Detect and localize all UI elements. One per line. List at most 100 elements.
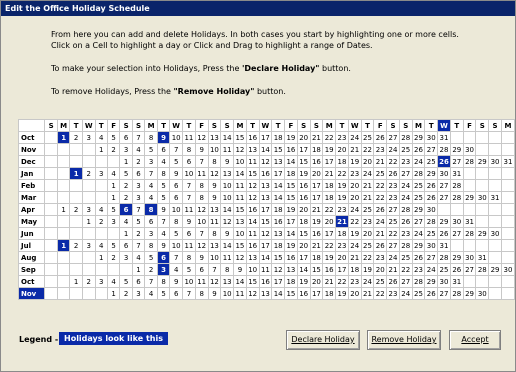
day-cell[interactable]: 11 xyxy=(233,191,247,204)
day-cell[interactable]: 31 xyxy=(500,155,516,168)
day-cell[interactable]: 25 xyxy=(411,287,426,300)
day-cell[interactable]: 27 xyxy=(424,143,439,156)
day-cell[interactable]: 3 xyxy=(81,203,96,216)
day-cell[interactable]: 11 xyxy=(220,143,235,156)
day-cell[interactable]: 3 xyxy=(144,155,158,168)
day-cell[interactable]: 30 xyxy=(488,227,502,240)
day-cell[interactable]: 29 xyxy=(462,191,477,204)
day-cell[interactable]: 26 xyxy=(386,167,400,180)
empty-cell[interactable] xyxy=(81,251,96,264)
day-cell[interactable]: 28 xyxy=(398,203,413,216)
day-cell[interactable]: 16 xyxy=(245,131,260,144)
empty-cell[interactable] xyxy=(462,239,477,252)
day-cell[interactable]: 7 xyxy=(169,251,184,264)
day-cell[interactable]: 21 xyxy=(309,239,324,252)
day-cell[interactable]: 29 xyxy=(462,287,477,300)
day-cell[interactable]: 29 xyxy=(449,143,464,156)
day-cell[interactable]: 29 xyxy=(411,239,426,252)
day-cell[interactable]: 14 xyxy=(271,191,286,204)
day-cell[interactable]: 13 xyxy=(284,263,298,276)
day-cell[interactable]: 26 xyxy=(449,263,464,276)
day-cell[interactable]: 4 xyxy=(106,167,121,180)
day-cell[interactable]: 9 xyxy=(182,215,196,228)
day-cell[interactable]: 1 xyxy=(131,263,146,276)
day-cell[interactable]: 15 xyxy=(296,227,311,240)
day-cell[interactable]: 4 xyxy=(156,155,171,168)
day-cell[interactable]: 4 xyxy=(169,263,184,276)
day-cell[interactable]: 20 xyxy=(360,227,375,240)
day-cell[interactable]: 28 xyxy=(398,131,413,144)
day-cell[interactable]: 16 xyxy=(309,155,324,168)
day-cell[interactable]: 24 xyxy=(347,203,362,216)
day-cell[interactable]: 17 xyxy=(271,275,286,288)
empty-cell[interactable] xyxy=(488,287,502,300)
day-cell[interactable]: 19 xyxy=(360,263,375,276)
empty-cell[interactable] xyxy=(462,203,477,216)
day-cell[interactable]: 19 xyxy=(296,275,311,288)
day-cell[interactable]: 23 xyxy=(386,191,400,204)
day-cell[interactable]: 12 xyxy=(258,227,273,240)
day-cell[interactable]: 10 xyxy=(233,227,247,240)
empty-cell[interactable] xyxy=(56,227,71,240)
day-cell[interactable]: 11 xyxy=(182,239,196,252)
day-cell[interactable]: 17 xyxy=(309,191,324,204)
day-cell[interactable]: 11 xyxy=(182,131,196,144)
day-cell[interactable]: 9 xyxy=(169,275,184,288)
empty-cell[interactable] xyxy=(475,239,490,252)
day-cell[interactable]: 13 xyxy=(220,167,235,180)
day-cell[interactable]: 9 xyxy=(169,167,184,180)
day-cell[interactable]: 18 xyxy=(271,203,286,216)
empty-cell[interactable] xyxy=(44,287,58,300)
day-cell[interactable]: 9 xyxy=(156,239,171,252)
empty-cell[interactable] xyxy=(69,263,83,276)
day-cell[interactable]: 12 xyxy=(207,167,222,180)
day-cell[interactable]: 8 xyxy=(194,179,209,192)
day-cell[interactable]: 6 xyxy=(169,191,184,204)
empty-cell[interactable] xyxy=(488,143,502,156)
day-cell[interactable]: 17 xyxy=(322,155,337,168)
day-cell[interactable]: 15 xyxy=(284,191,298,204)
day-cell[interactable]: 4 xyxy=(119,215,133,228)
day-cell[interactable]: 21 xyxy=(360,191,375,204)
day-cell[interactable]: 15 xyxy=(233,239,247,252)
day-cell[interactable]: 3 xyxy=(106,215,121,228)
day-cell[interactable]: 22 xyxy=(386,227,400,240)
day-cell[interactable]: 22 xyxy=(360,251,375,264)
day-cell[interactable]: 5 xyxy=(169,227,184,240)
day-cell[interactable]: 8 xyxy=(182,143,196,156)
day-cell[interactable]: 12 xyxy=(258,155,273,168)
empty-cell[interactable] xyxy=(449,203,464,216)
day-cell[interactable]: 12 xyxy=(233,143,247,156)
day-cell[interactable]: 12 xyxy=(194,203,209,216)
day-cell[interactable]: 4 xyxy=(131,143,146,156)
day-cell[interactable]: 19 xyxy=(335,191,349,204)
day-cell[interactable]: 10 xyxy=(207,143,222,156)
day-cell[interactable]: 5 xyxy=(119,167,133,180)
empty-cell[interactable] xyxy=(119,263,133,276)
day-cell[interactable]: 29 xyxy=(424,167,439,180)
day-cell[interactable]: 18 xyxy=(335,155,349,168)
day-cell[interactable]: 12 xyxy=(271,263,286,276)
day-cell[interactable]: 3 xyxy=(94,167,108,180)
day-cell[interactable]: 15 xyxy=(245,167,260,180)
empty-cell[interactable] xyxy=(488,215,502,228)
day-cell[interactable]: 2 xyxy=(106,251,121,264)
day-cell[interactable]: 17 xyxy=(258,131,273,144)
day-cell[interactable]: 11 xyxy=(207,215,222,228)
empty-cell[interactable] xyxy=(56,263,71,276)
day-cell[interactable]: 24 xyxy=(347,131,362,144)
day-cell[interactable]: 5 xyxy=(106,239,121,252)
empty-cell[interactable] xyxy=(81,227,96,240)
day-cell[interactable]: 14 xyxy=(258,143,273,156)
day-cell[interactable]: 29 xyxy=(475,155,490,168)
day-cell[interactable]: 25 xyxy=(398,143,413,156)
day-cell[interactable]: 1 xyxy=(69,167,83,180)
month-label[interactable]: Jul xyxy=(17,239,46,252)
day-cell[interactable]: 18 xyxy=(347,263,362,276)
day-cell[interactable]: 13 xyxy=(271,155,286,168)
day-cell[interactable]: 18 xyxy=(322,191,337,204)
empty-cell[interactable] xyxy=(81,287,96,300)
day-cell[interactable]: 25 xyxy=(386,215,400,228)
day-cell[interactable]: 27 xyxy=(411,215,426,228)
day-cell[interactable]: 1 xyxy=(56,131,71,144)
